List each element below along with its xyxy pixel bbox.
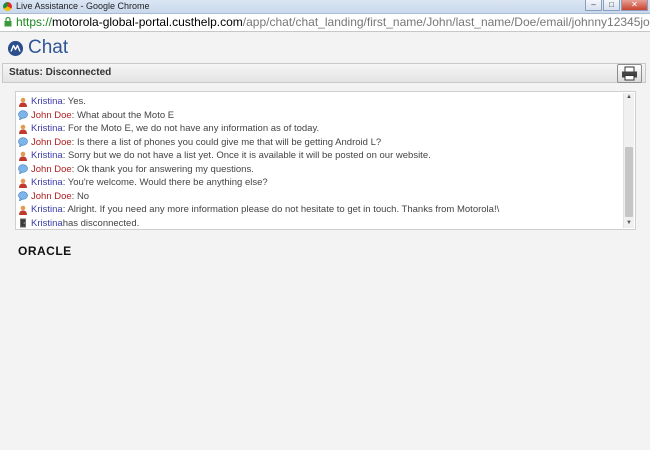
transcript-scrollbar[interactable]: ▲ ▼ xyxy=(623,93,634,228)
chat-message: John Doe: Is there a list of phones you … xyxy=(18,136,618,150)
chat-message: John Doe: Ok thank you for answering my … xyxy=(18,163,618,177)
message-sender: John Doe xyxy=(31,109,72,121)
chrome-icon xyxy=(3,2,12,11)
person-icon xyxy=(18,151,28,161)
message-text: has disconnected. xyxy=(62,217,140,229)
message-sender: John Doe xyxy=(31,136,72,148)
message-text: : Alright. If you need any more informat… xyxy=(62,204,500,215)
window-controls: – □ ✕ xyxy=(584,0,648,12)
chat-header: Chat xyxy=(0,32,650,64)
minimize-button[interactable]: – xyxy=(585,0,602,11)
message-text: : You're welcome. Would there be anythin… xyxy=(62,177,268,188)
url-text: https://motorola-global-portal.custhelp.… xyxy=(16,14,650,31)
status-bar: Status: Disconnected xyxy=(2,63,646,83)
message-text: : Yes. xyxy=(62,96,86,107)
chat-message: Kristina: For the Moto E, we do not have… xyxy=(18,122,618,136)
close-button[interactable]: ✕ xyxy=(621,0,648,11)
chat-message: Kristina: Alright. If you need any more … xyxy=(18,203,618,217)
oracle-logo: ORACLE xyxy=(18,244,72,258)
url-scheme: https:// xyxy=(16,15,53,29)
message-sender: Kristina xyxy=(31,150,63,161)
address-bar[interactable]: https://motorola-global-portal.custhelp.… xyxy=(0,14,650,32)
chat-message: Kristina: You're welcome. Would there be… xyxy=(18,176,618,190)
exit-door-icon xyxy=(18,218,28,228)
window-titlebar: Live Assistance - Google Chrome – □ ✕ xyxy=(0,0,650,14)
message-sender: John Doe xyxy=(31,163,72,175)
lock-icon xyxy=(4,17,12,27)
printer-icon xyxy=(622,66,637,81)
chat-transcript: Kristina: Yes. John Doe: What about the M… xyxy=(15,91,636,230)
message-sender: Kristina xyxy=(31,204,63,215)
url-host: motorola-global-portal.custhelp.com xyxy=(52,15,243,29)
chat-message: John Doe: No xyxy=(18,190,618,204)
chat-message: Kristina has disconnected. xyxy=(18,217,618,231)
chat-message: Kristina: Sorry but we do not have a lis… xyxy=(18,149,618,163)
chat-title: Chat xyxy=(28,37,69,58)
message-sender: John Doe xyxy=(31,190,72,202)
person-icon xyxy=(18,205,28,215)
speech-bubble-icon xyxy=(18,164,28,175)
motorola-logo-icon xyxy=(8,41,23,56)
message-text: : No xyxy=(71,190,90,202)
message-sender: Kristina xyxy=(31,177,63,188)
window-title: Live Assistance - Google Chrome xyxy=(16,1,150,11)
scroll-thumb[interactable] xyxy=(625,147,633,217)
message-list: Kristina: Yes. John Doe: What about the M… xyxy=(18,95,618,230)
message-sender: Kristina xyxy=(31,123,63,134)
speech-bubble-icon xyxy=(18,110,28,121)
scroll-up-arrow-icon[interactable]: ▲ xyxy=(624,93,634,102)
speech-bubble-icon xyxy=(18,137,28,148)
message-text: : Sorry but we do not have a list yet. O… xyxy=(62,150,431,161)
chat-message: John Doe: What about the Moto E xyxy=(18,109,618,123)
message-text: : Is there a list of phones you could gi… xyxy=(71,136,382,148)
message-sender: Kristina xyxy=(31,96,63,107)
status-text: Status: Disconnected xyxy=(9,67,112,78)
message-text: : For the Moto E, we do not have any inf… xyxy=(62,123,320,134)
person-icon xyxy=(18,178,28,188)
message-sender: Kristina xyxy=(31,217,63,229)
scroll-down-arrow-icon[interactable]: ▼ xyxy=(624,219,634,228)
chat-message: Kristina: Yes. xyxy=(18,95,618,109)
message-text: : Ok thank you for answering my question… xyxy=(71,163,254,175)
person-icon xyxy=(18,97,28,107)
message-text: : What about the Moto E xyxy=(71,109,175,121)
speech-bubble-icon xyxy=(18,191,28,202)
print-button[interactable] xyxy=(617,64,642,83)
url-path: /app/chat/chat_landing/first_name/John/l… xyxy=(242,15,650,29)
person-icon xyxy=(18,124,28,134)
maximize-button[interactable]: □ xyxy=(603,0,620,11)
